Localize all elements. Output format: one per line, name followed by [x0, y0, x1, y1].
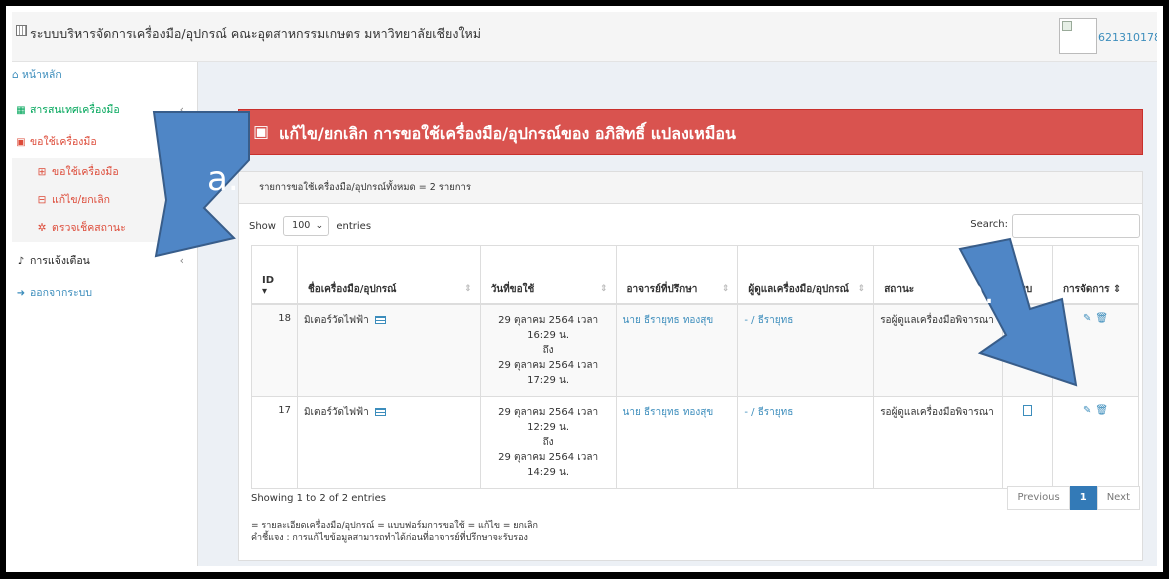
column-header-caretaker[interactable]: ผู้ดูแลเครื่องมือ/อุปกรณ์ ⇕	[737, 245, 875, 305]
cell-id: 17	[251, 395, 298, 489]
column-header-date[interactable]: วันที่ขอใช้ ⇕	[479, 245, 617, 305]
arrow-b-shape	[958, 237, 1078, 387]
sort-icon: ⇕	[857, 283, 866, 294]
sidebar-item-label: การแจ้งเตือน	[30, 255, 90, 267]
legend-note: คำชี้แจง : การแก้ไขข้อมูลสามารถทำได้ก่อน…	[251, 533, 528, 543]
cell-name: มิเตอร์วัดไฟฟ้า	[296, 303, 481, 397]
callout-label-a: a.	[207, 159, 239, 199]
column-header-name[interactable]: ชื่อเครื่องมือ/อุปกรณ์ ⇕	[296, 245, 481, 305]
cell-date: 29 ตุลาคม 2564 เวลา 16:29 น. ถึง 29 ตุลาคม…	[479, 303, 617, 397]
sign-out-icon: ➜	[16, 288, 26, 299]
list-detail-icon[interactable]	[374, 407, 386, 416]
spinner-icon: ✲	[37, 222, 47, 234]
show-label: Show	[249, 221, 276, 232]
cell-caretaker: - / ธีรายุทธ	[737, 303, 875, 397]
legend-icons: = รายละเอียดเครื่องมือ/อุปกรณ์ = แบบฟอร์…	[251, 521, 539, 531]
sidebar-item-label: ขอใช้เครื่องมือ	[30, 136, 97, 148]
advisor-link[interactable]: นาย ธีรายุทธ ทองสุข	[623, 407, 714, 418]
previous-button[interactable]: Previous	[1007, 486, 1070, 510]
caretaker-link[interactable]: - / ธีรายุทธ	[744, 407, 793, 418]
sort-icon: ⇕	[721, 283, 730, 294]
calendar-plus-icon: ⊞	[37, 166, 47, 178]
broken-image-icon	[1062, 21, 1072, 31]
app-logo-icon	[16, 25, 27, 36]
caretaker-link[interactable]: - / ธีรายุทธ	[744, 315, 793, 326]
cell-id: 18	[251, 303, 298, 397]
sort-icon: ⇕	[599, 283, 608, 294]
sidebar-item-label: ออกจากระบบ	[30, 287, 92, 299]
length-control: Show 100 ⌄ entries	[249, 216, 372, 237]
calendar-icon: ▣	[16, 137, 26, 148]
advisor-link[interactable]: นาย ธีรายุทธ ทองสุข	[623, 315, 714, 326]
list-detail-icon[interactable]	[374, 315, 386, 324]
app-window: ระบบบริหารจัดการเครื่องมือ/อุปกรณ์ คณะอุ…	[12, 12, 1157, 566]
edit-icon[interactable]: ✎	[1083, 405, 1091, 416]
page-header: ▣ แก้ไข/ยกเลิก การขอใช้เครื่องมือ/อุปกรณ…	[238, 109, 1143, 155]
sort-desc-icon: ▾	[262, 285, 268, 297]
cell-date: 29 ตุลาคม 2564 เวลา 12:29 น. ถึง 29 ตุลาคม…	[479, 395, 617, 489]
bell-icon: ♪	[17, 256, 25, 267]
page-title: แก้ไข/ยกเลิก การขอใช้เครื่องมือ/อุปกรณ์ข…	[279, 124, 736, 143]
entries-select[interactable]: 100 ⌄	[283, 216, 330, 236]
sidebar-item-home[interactable]: ⌂ หน้าหลัก	[12, 66, 62, 83]
cell-actions: ✎ 🗑	[1052, 395, 1139, 489]
cell-advisor: นาย ธีรายุทธ ทองสุข	[615, 303, 739, 397]
top-navbar: ระบบบริหารจัดการเครื่องมือ/อุปกรณ์ คณะอุ…	[12, 12, 1157, 62]
sidebar-item-logout[interactable]: ➜ ออกจากระบบ	[12, 279, 198, 307]
cell-form	[1002, 395, 1053, 489]
trash-icon[interactable]: 🗑	[1095, 405, 1108, 416]
user-avatar[interactable]	[1059, 18, 1097, 54]
search-label: Search:	[970, 219, 1008, 230]
cell-advisor: นาย ธีรายุทธ ทองสุข	[615, 395, 739, 489]
chevron-down-icon: ⌄	[315, 221, 324, 231]
entries-label: entries	[336, 221, 372, 232]
page-1-button[interactable]: 1	[1069, 486, 1097, 510]
sidebar-item-label: หน้าหลัก	[22, 69, 62, 81]
cell-caretaker: - / ธีรายุทธ	[737, 395, 875, 489]
table-row: 17 มิเตอร์วัดไฟฟ้า 29 ตุลาคม 2564 เวลา 1…	[251, 395, 1139, 489]
cell-name: มิเตอร์วัดไฟฟ้า	[296, 395, 481, 489]
table-info: Showing 1 to 2 of 2 entries	[251, 493, 386, 504]
sort-icon: ⇕	[464, 283, 472, 294]
calendar-minus-icon: ▣	[253, 122, 270, 142]
search-control: Search:	[970, 214, 1140, 238]
screenshot-frame: ระบบบริหารจัดการเครื่องมือ/อุปกรณ์ คณะอุ…	[6, 6, 1163, 572]
callout-arrow-b	[958, 237, 1078, 387]
column-header-id[interactable]: ID ▾	[251, 245, 298, 305]
sort-icon: ⇕	[1112, 283, 1122, 295]
callout-label-b: b.	[962, 272, 995, 312]
sidebar-item-label: แก้ไข/ยกเลิก	[52, 194, 111, 206]
next-button[interactable]: Next	[1096, 486, 1140, 510]
document-icon[interactable]	[1023, 404, 1033, 416]
user-id[interactable]: 621310178	[1098, 31, 1157, 44]
column-header-advisor[interactable]: อาจารย์ที่ปรึกษา ⇕	[615, 245, 739, 305]
pagination: Previous 1 Next	[1007, 486, 1140, 510]
sidebar-item-label: ขอใช้เครื่องมือ	[52, 166, 119, 178]
table-icon: ▦	[16, 105, 26, 116]
sidebar-item-label: ตรวจเช็คสถานะ	[52, 222, 126, 234]
calendar-minus-icon: ⊟	[37, 194, 47, 206]
panel-heading: รายการขอใช้เครื่องมือ/อุปกรณ์ทั้งหมด = 2…	[239, 172, 1142, 204]
search-input[interactable]	[1012, 214, 1140, 238]
cell-status: รอผู้ดูแลเครื่องมือพิจารณา	[873, 395, 1004, 489]
home-icon: ⌂	[12, 69, 19, 81]
app-title: ระบบบริหารจัดการเครื่องมือ/อุปกรณ์ คณะอุ…	[30, 26, 482, 41]
legend: = รายละเอียดเครื่องมือ/อุปกรณ์ = แบบฟอร์…	[251, 520, 538, 544]
sidebar-item-label: สารสนเทศเครื่องมือ	[30, 104, 120, 116]
